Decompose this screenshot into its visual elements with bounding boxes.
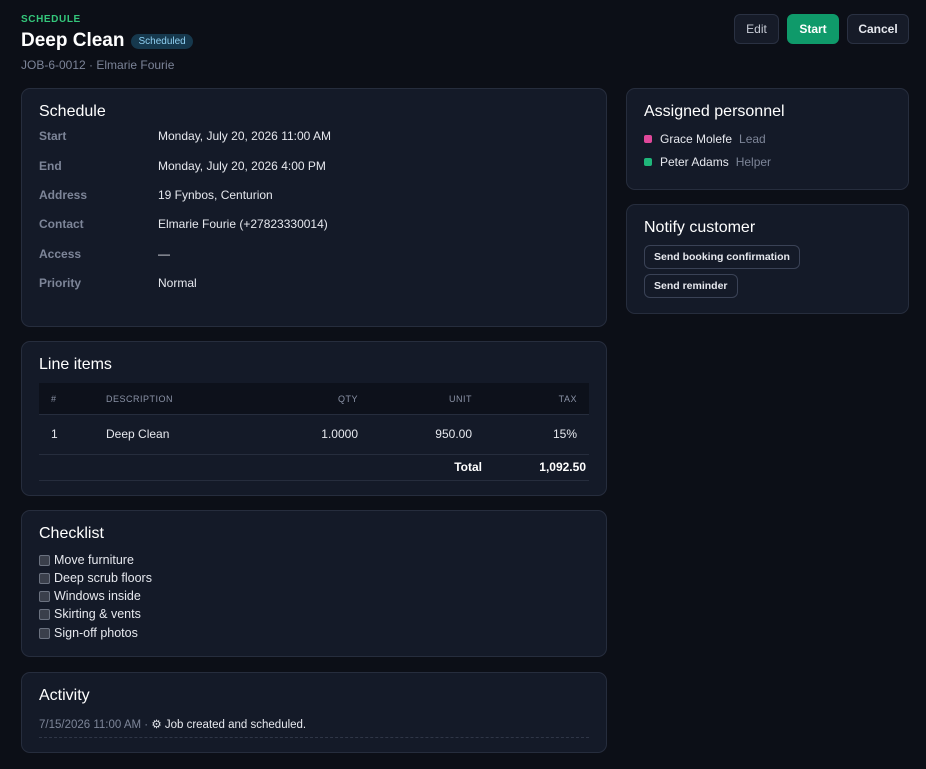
column-header-number: # bbox=[51, 394, 57, 404]
schedule-value: — bbox=[158, 247, 170, 261]
checklist-item-label: Deep scrub floors bbox=[54, 571, 152, 585]
person-color-dot bbox=[644, 135, 652, 143]
person-row: Grace Molefe Lead bbox=[644, 132, 766, 146]
notify-card: Notify customer Send booking confirmatio… bbox=[626, 204, 909, 314]
line-items-card: Line items # DESCRIPTION QTY UNIT TAX 1 … bbox=[21, 341, 607, 496]
header-actions: Edit Start Cancel bbox=[734, 14, 909, 44]
edit-button[interactable]: Edit bbox=[734, 14, 779, 44]
checklist-title: Checklist bbox=[39, 525, 104, 542]
total-divider bbox=[39, 480, 589, 481]
column-header-description: DESCRIPTION bbox=[106, 394, 174, 404]
checklist-item-label: Move furniture bbox=[54, 553, 134, 567]
checklist-item[interactable]: Windows inside bbox=[39, 588, 141, 604]
personnel-card: Assigned personnel Grace Molefe Lead Pet… bbox=[626, 88, 909, 190]
row-description: Deep Clean bbox=[106, 427, 170, 441]
checkbox[interactable] bbox=[39, 590, 50, 602]
title-row: Deep Clean Scheduled bbox=[21, 30, 193, 52]
notify-title: Notify customer bbox=[644, 219, 756, 236]
activity-timestamp: 7/15/2026 11:00 AM bbox=[39, 719, 142, 731]
activity-title: Activity bbox=[39, 687, 90, 704]
activity-separator: · bbox=[141, 719, 152, 731]
job-subtitle: JOB-6-0012 · Elmarie Fourie bbox=[21, 58, 175, 72]
send-booking-confirmation-button[interactable]: Send booking confirmation bbox=[644, 245, 800, 269]
schedule-key: End bbox=[39, 159, 62, 173]
schedule-value: Elmarie Fourie (+27823330014) bbox=[158, 217, 328, 231]
activity-entry: 7/15/2026 11:00 AM · ⚙ Job created and s… bbox=[39, 717, 306, 731]
gear-icon: ⚙ bbox=[151, 719, 162, 731]
table-header: # DESCRIPTION QTY UNIT TAX bbox=[39, 383, 589, 415]
person-role: Helper bbox=[735, 155, 772, 169]
row-unit: 950.00 bbox=[435, 427, 472, 441]
schedule-key: Address bbox=[39, 188, 88, 202]
column-header-tax: TAX bbox=[558, 394, 577, 404]
schedule-card: Schedule Start Monday, July 20, 2026 11:… bbox=[21, 88, 607, 327]
person-row: Peter Adams Helper bbox=[644, 155, 771, 169]
checkbox[interactable] bbox=[39, 572, 50, 584]
schedule-title: Schedule bbox=[39, 103, 106, 120]
personnel-title: Assigned personnel bbox=[644, 103, 785, 120]
column-header-qty: QTY bbox=[337, 394, 358, 404]
total-label: Total bbox=[454, 460, 482, 474]
row-divider bbox=[39, 454, 589, 455]
activity-divider bbox=[39, 737, 589, 738]
checklist-item[interactable]: Deep scrub floors bbox=[39, 570, 152, 586]
checklist-item-label: Windows inside bbox=[54, 589, 141, 603]
total-value: 1,092.50 bbox=[539, 460, 586, 474]
page-title: Deep Clean bbox=[21, 30, 125, 51]
checkbox[interactable] bbox=[39, 554, 50, 566]
column-header-unit: UNIT bbox=[449, 394, 472, 404]
checklist-item-label: Skirting & vents bbox=[54, 607, 141, 621]
section-eyebrow: SCHEDULE bbox=[21, 14, 81, 25]
schedule-key: Priority bbox=[39, 276, 82, 290]
person-role: Lead bbox=[739, 132, 766, 146]
cancel-button[interactable]: Cancel bbox=[847, 14, 909, 44]
person-color-dot bbox=[644, 158, 652, 166]
schedule-value: Normal bbox=[158, 276, 197, 290]
schedule-value: Monday, July 20, 2026 11:00 AM bbox=[158, 129, 331, 143]
activity-card: Activity 7/15/2026 11:00 AM · ⚙ Job crea… bbox=[21, 672, 607, 753]
checklist-item-label: Sign-off photos bbox=[54, 626, 138, 640]
checklist-item[interactable]: Move furniture bbox=[39, 552, 134, 568]
send-reminder-button[interactable]: Send reminder bbox=[644, 274, 738, 298]
schedule-value: 19 Fynbos, Centurion bbox=[158, 188, 273, 202]
checkbox[interactable] bbox=[39, 627, 50, 639]
checklist-item[interactable]: Skirting & vents bbox=[39, 606, 141, 622]
row-tax: 15% bbox=[552, 427, 577, 441]
person-name: Peter Adams bbox=[660, 155, 729, 169]
status-badge: Scheduled bbox=[131, 33, 193, 49]
line-items-title: Line items bbox=[39, 356, 112, 373]
page-header: SCHEDULE Deep Clean Scheduled JOB-6-0012… bbox=[21, 14, 193, 72]
schedule-value: Monday, July 20, 2026 4:00 PM bbox=[158, 159, 326, 173]
checkbox[interactable] bbox=[39, 608, 50, 620]
schedule-key: Access bbox=[39, 247, 82, 261]
person-name: Grace Molefe bbox=[660, 132, 733, 146]
activity-text: Job created and scheduled. bbox=[161, 719, 307, 731]
checklist-card: Checklist Move furniture Deep scrub floo… bbox=[21, 510, 607, 657]
row-number: 1 bbox=[51, 427, 58, 441]
start-button[interactable]: Start bbox=[787, 14, 839, 44]
schedule-key: Start bbox=[39, 129, 67, 143]
schedule-key: Contact bbox=[39, 217, 84, 231]
checklist-item[interactable]: Sign-off photos bbox=[39, 625, 138, 641]
row-qty: 1.0000 bbox=[321, 427, 358, 441]
